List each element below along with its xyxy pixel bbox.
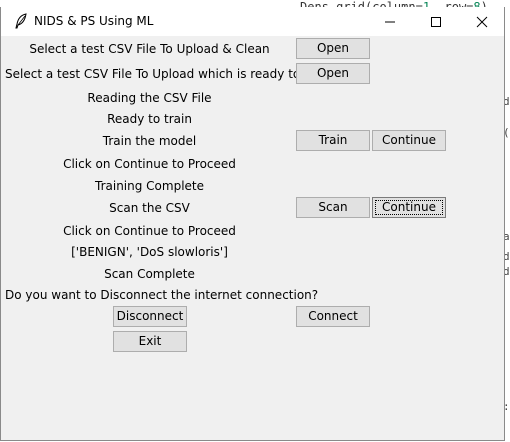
- status-training-complete-label: Training Complete: [95, 179, 204, 193]
- title-bar: NIDS & PS Using ML: [1, 7, 504, 36]
- train-continue-button[interactable]: Continue: [372, 130, 446, 151]
- train-button[interactable]: Train: [296, 130, 370, 151]
- maximize-icon: [431, 17, 441, 27]
- feather-icon: [15, 13, 27, 29]
- upload-clean-label: Select a test CSV File To Upload & Clean: [29, 42, 270, 56]
- scan-result-label: ['BENIGN', 'DoS slowloris']: [71, 245, 228, 259]
- app-window: NIDS & PS Using ML Select a test CSV Fil…: [0, 7, 505, 441]
- close-button[interactable]: [459, 7, 505, 36]
- status-continue-label: Click on Continue to Proceed: [63, 157, 236, 171]
- window-title: NIDS & PS Using ML: [34, 14, 154, 28]
- scan-label: Scan the CSV: [109, 201, 190, 215]
- exit-button[interactable]: Exit: [113, 331, 187, 352]
- train-label: Train the model: [102, 134, 197, 148]
- minimize-icon: [385, 21, 395, 23]
- scan-button[interactable]: Scan: [296, 197, 370, 218]
- status-scan-complete-label: Scan Complete: [104, 267, 195, 281]
- minimize-button[interactable]: [367, 7, 413, 36]
- upload-ready-label: Select a test CSV File To Upload which i…: [5, 67, 332, 81]
- close-icon: [476, 16, 488, 28]
- open-ready-button[interactable]: Open: [296, 63, 370, 84]
- status-reading-label: Reading the CSV File: [87, 91, 212, 105]
- scan-continue-button[interactable]: Continue: [372, 197, 446, 218]
- open-clean-button[interactable]: Open: [296, 38, 370, 59]
- status-continue-label: Click on Continue to Proceed: [63, 224, 236, 238]
- status-ready-label: Ready to train: [107, 112, 192, 126]
- connect-button[interactable]: Connect: [296, 306, 370, 327]
- maximize-button[interactable]: [413, 7, 459, 36]
- disconnect-button[interactable]: Disconnect: [113, 306, 187, 327]
- disconnect-question-label: Do you want to Disconnect the internet c…: [5, 288, 319, 302]
